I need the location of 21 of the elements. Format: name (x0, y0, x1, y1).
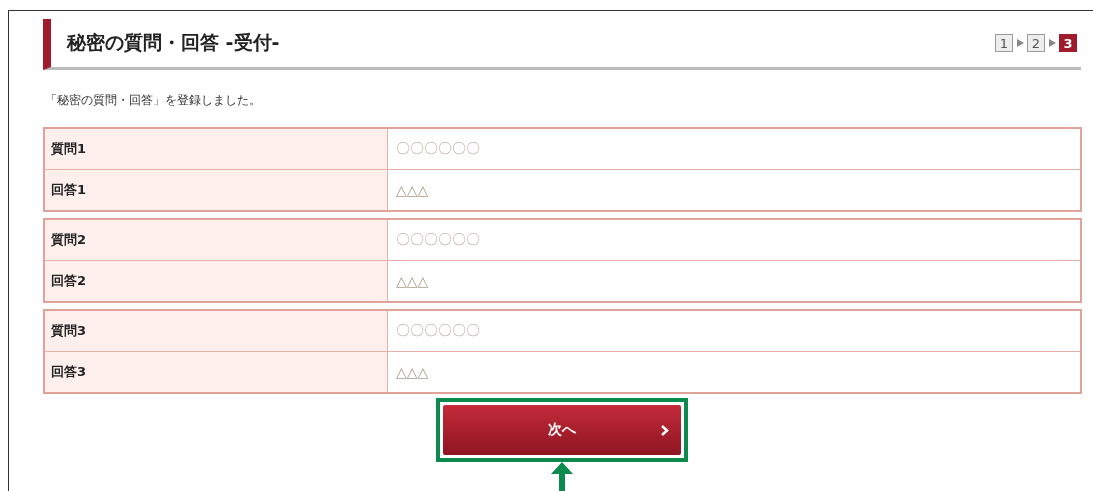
step-number: 2 (1027, 34, 1045, 52)
row-value: △△△ (395, 363, 430, 382)
row-label: 質問1 (45, 129, 388, 169)
row-value: 〇〇〇〇〇〇 (395, 139, 481, 158)
row-label: 質問3 (45, 311, 388, 351)
row-value: △△△ (395, 181, 430, 200)
step-number: 1 (995, 34, 1013, 52)
step-arrow-icon (1016, 39, 1024, 47)
row-value: 〇〇〇〇〇〇 (395, 230, 481, 249)
status-message: 「秘密の質問・回答」を登録しました。 (45, 92, 262, 109)
chevron-right-icon (661, 425, 669, 436)
page-title: 秘密の質問・回答 -受付- (67, 30, 280, 55)
row-value: △△△ (395, 272, 430, 291)
next-button[interactable]: 次へ (443, 405, 681, 455)
row-label: 回答2 (45, 261, 388, 301)
row-label: 回答1 (45, 170, 388, 210)
row-label: 回答3 (45, 352, 388, 392)
row-value: 〇〇〇〇〇〇 (395, 321, 481, 340)
row-label: 質問2 (45, 220, 388, 260)
step-arrow-icon (1048, 39, 1056, 47)
step-number: 3 (1059, 34, 1077, 52)
